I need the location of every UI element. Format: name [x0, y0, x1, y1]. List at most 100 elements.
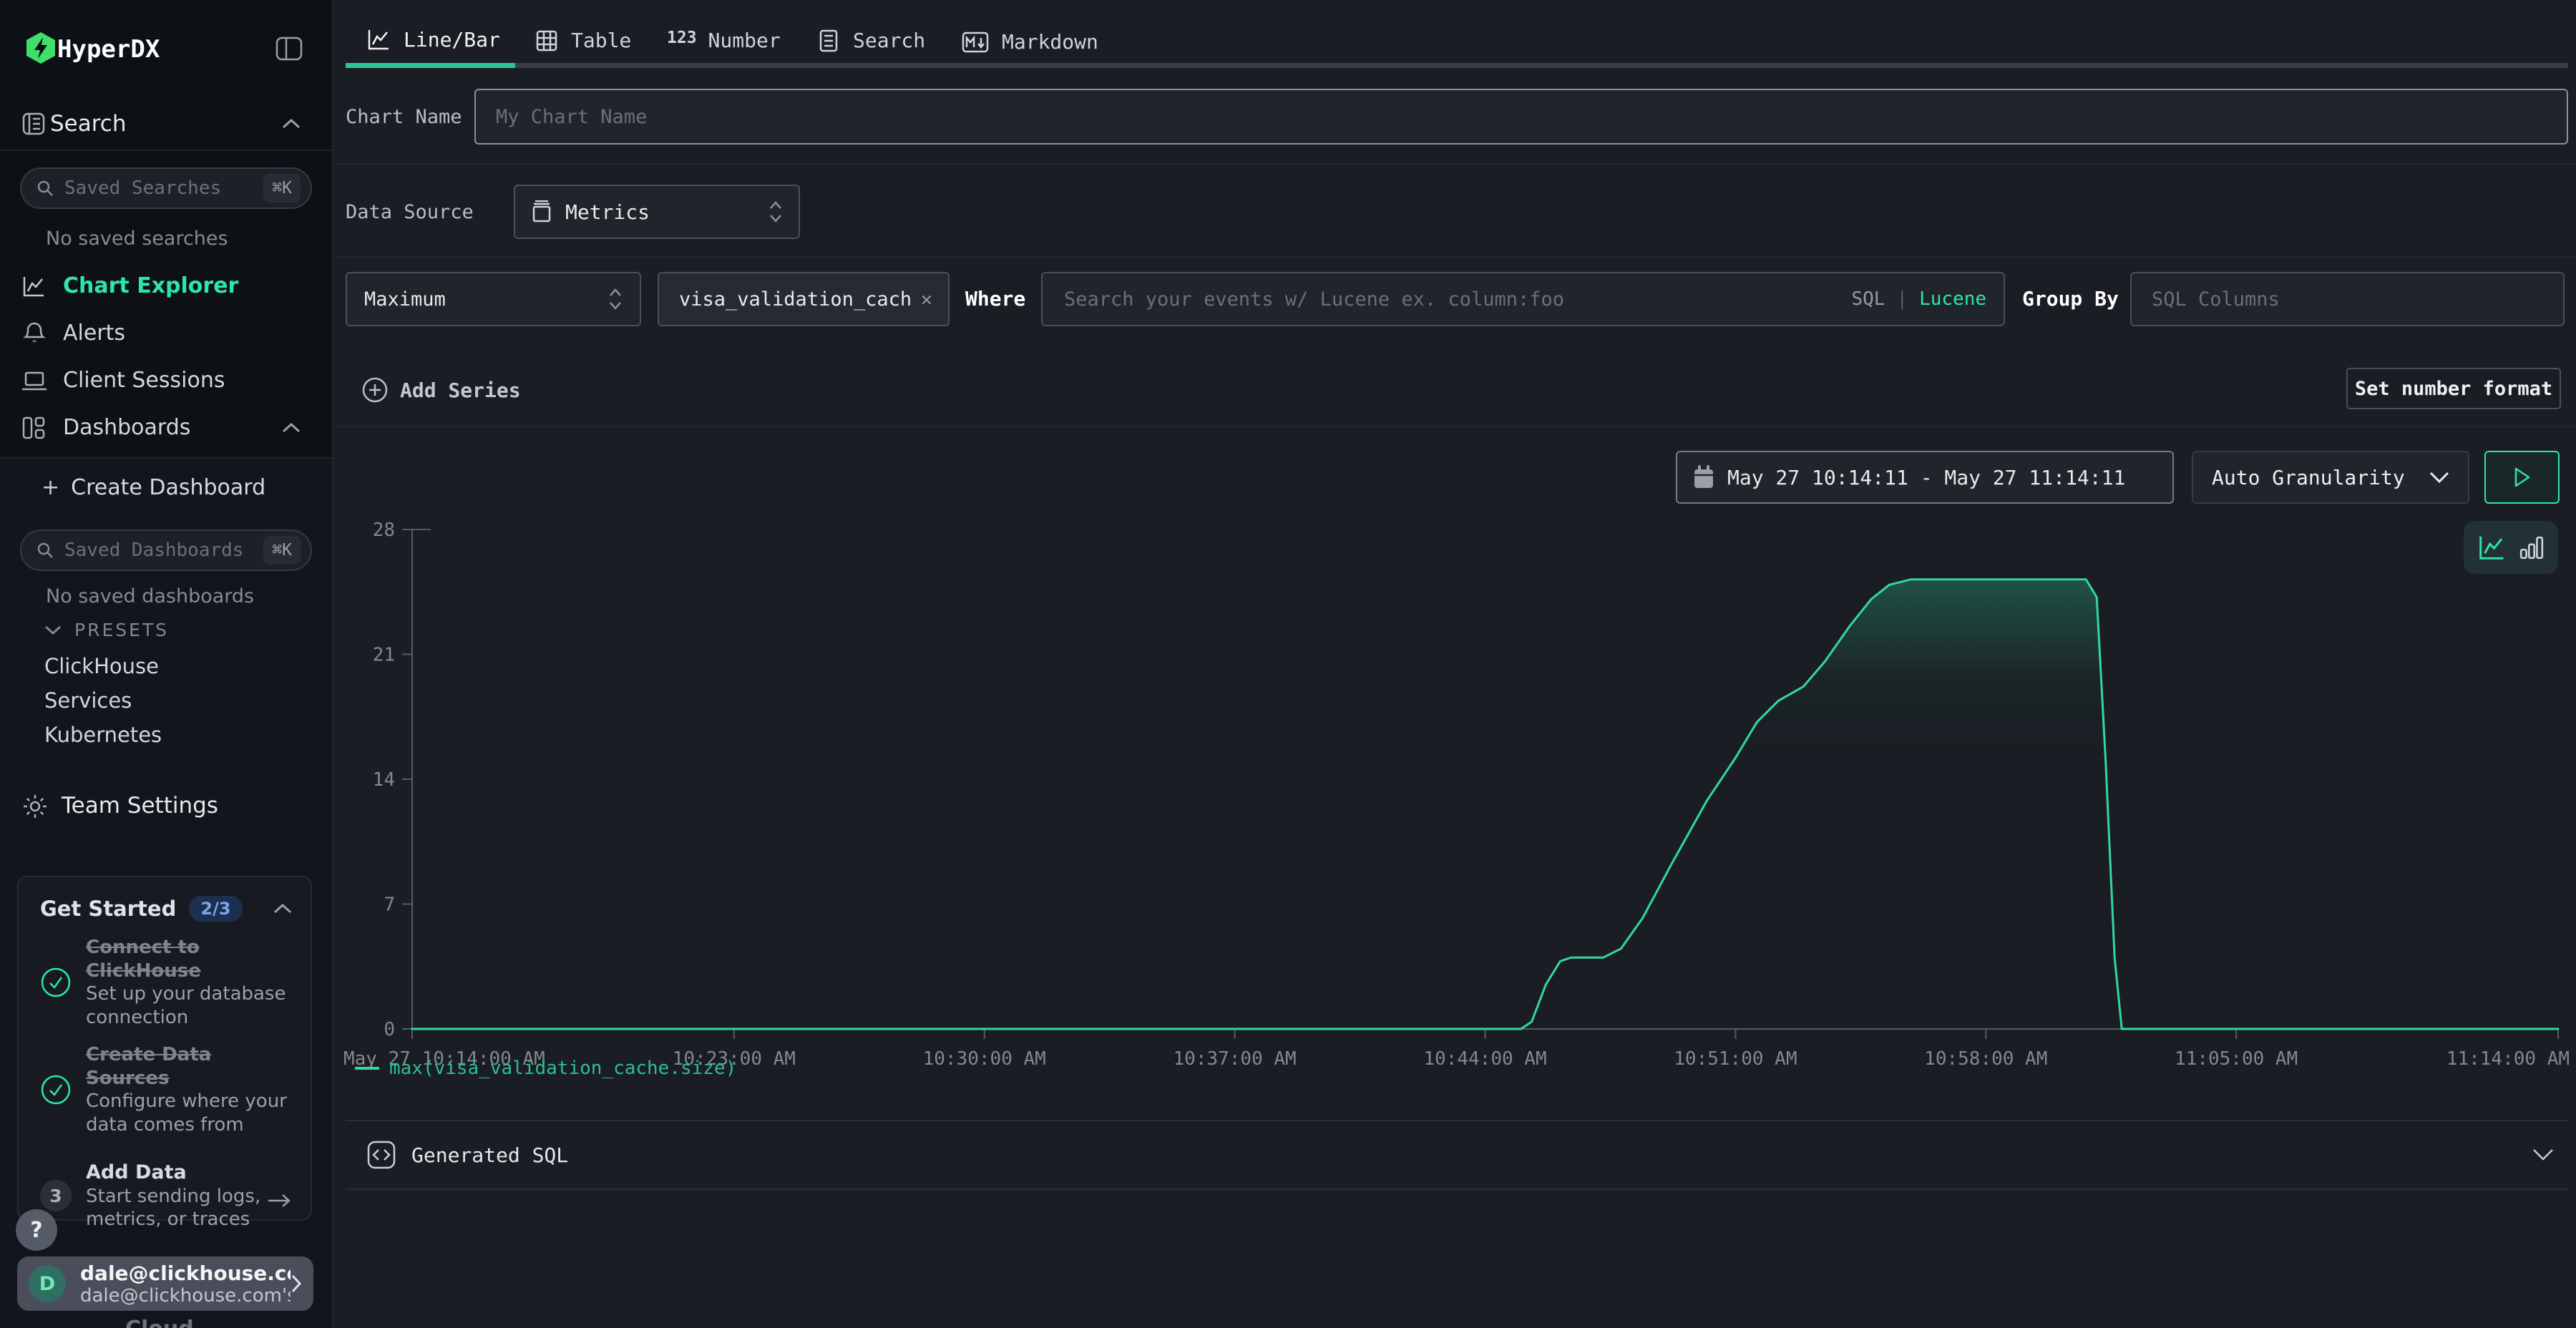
legend-label: max(visa_validation_cache.size)	[389, 1058, 736, 1079]
where-input[interactable]	[1063, 288, 1840, 311]
tab-line-bar[interactable]: Line/Bar	[366, 27, 500, 52]
active-tab-underline	[346, 63, 515, 68]
metric-chip[interactable]: visa_validation_cach ✕	[658, 272, 950, 326]
sidebar-item-chart-explorer[interactable]: Chart Explorer	[63, 273, 238, 298]
where-field[interactable]: SQL | Lucene	[1041, 272, 2005, 326]
chevron-down-icon	[2532, 1148, 2554, 1161]
create-dashboard-label: Create Dashboard	[71, 475, 265, 500]
tab-label: Search	[853, 29, 925, 52]
chart-legend[interactable]: max(visa_validation_cache.size)	[355, 1058, 736, 1079]
dashboard-layout-icon	[21, 416, 46, 440]
create-dashboard-button[interactable]: +Create Dashboard	[42, 475, 265, 500]
chart-name-input[interactable]	[494, 105, 2548, 129]
preset-item-kubernetes[interactable]: Kubernetes	[44, 723, 162, 747]
search-icon	[36, 179, 54, 197]
chart-name-field[interactable]	[474, 89, 2568, 145]
svg-text:28: 28	[373, 519, 395, 541]
row-divider	[333, 426, 2576, 427]
get-started-step-3[interactable]: 3 Add Data Start sending logs, metrics, …	[40, 1161, 292, 1231]
tab-search[interactable]: Search	[817, 29, 925, 52]
get-started-title: Get Started	[40, 897, 176, 921]
avatar: D	[29, 1265, 66, 1302]
tab-table[interactable]: Table	[535, 29, 631, 52]
step-number-circle: 3	[40, 1180, 72, 1211]
lucene-option[interactable]: Lucene	[1919, 288, 1986, 310]
get-started-card: Get Started 2/3 Connect to ClickHouse Se…	[17, 876, 312, 1221]
user-subtitle: dale@clickhouse.com's	[80, 1285, 291, 1307]
svg-text:11:14:00 AM: 11:14:00 AM	[2446, 1048, 2570, 1070]
chart-line-icon	[21, 274, 46, 298]
tab-markdown[interactable]: Markdown	[962, 30, 1098, 54]
sidebar-section-search[interactable]: Search	[50, 111, 127, 137]
shortcut-badge: ⌘K	[263, 174, 301, 202]
aggregation-select[interactable]: Maximum	[346, 272, 641, 326]
toggle-divider: |	[1896, 288, 1908, 310]
chevron-up-icon[interactable]	[273, 904, 292, 914]
run-query-button[interactable]	[2484, 451, 2560, 504]
saved-dashboards-search[interactable]: ⌘K	[20, 529, 312, 571]
chevron-updown-icon	[769, 200, 783, 224]
tab-label: Markdown	[1002, 30, 1098, 54]
set-number-format-button[interactable]: Set number format	[2346, 368, 2561, 409]
chevron-up-icon[interactable]	[282, 119, 301, 129]
sidebar-item-dashboards[interactable]: Dashboards	[63, 415, 190, 440]
search-icon	[36, 541, 54, 560]
data-source-select[interactable]: Metrics	[514, 185, 800, 239]
sidebar-item-client-sessions[interactable]: Client Sessions	[63, 368, 225, 393]
svg-text:10:44:00 AM: 10:44:00 AM	[1423, 1048, 1546, 1070]
presets-toggle[interactable]: PRESETS	[44, 620, 169, 640]
saved-searches-input[interactable]	[63, 177, 263, 200]
no-saved-dashboards-text: No saved dashboards	[46, 585, 254, 607]
timeseries-chart: 07142128May 27 10:14:00 AM10:23:00 AM10:…	[333, 515, 2576, 1088]
granularity-select[interactable]: Auto Granularity	[2192, 451, 2469, 504]
get-started-step-1[interactable]: Connect to ClickHouse Set up your databa…	[40, 936, 292, 1029]
chevron-down-icon	[44, 625, 62, 635]
get-started-header[interactable]: Get Started 2/3	[40, 896, 292, 922]
add-series-button[interactable]: Add Series	[361, 376, 521, 404]
preset-item-services[interactable]: Services	[44, 688, 132, 713]
shortcut-badge: ⌘K	[263, 536, 301, 565]
svg-text:14: 14	[373, 769, 395, 791]
saved-searches-search[interactable]: ⌘K	[20, 167, 312, 209]
aggregation-value: Maximum	[364, 288, 608, 311]
svg-text:21: 21	[373, 645, 395, 666]
generated-sql-expander[interactable]: Generated SQL	[346, 1131, 2568, 1179]
no-saved-searches-text: No saved searches	[46, 228, 228, 250]
group-by-field[interactable]	[2130, 272, 2565, 326]
collapse-sidebar-button[interactable]	[275, 34, 303, 63]
arrow-right-icon	[266, 1192, 292, 1209]
hyperdx-logo-icon	[24, 31, 57, 64]
section-divider	[346, 1120, 2568, 1121]
bell-icon	[23, 321, 46, 346]
user-menu[interactable]: D dale@clickhouse.com dale@clickhouse.co…	[17, 1256, 313, 1311]
legend-swatch	[355, 1067, 379, 1070]
chevron-up-icon[interactable]	[282, 423, 301, 433]
preset-item-clickhouse[interactable]: ClickHouse	[44, 654, 159, 678]
help-button[interactable]: ?	[16, 1209, 57, 1251]
date-range-picker[interactable]: May 27 10:14:11 - May 27 11:14:11	[1676, 451, 2174, 504]
sidebar-item-alerts[interactable]: Alerts	[63, 321, 125, 346]
gear-icon	[21, 793, 49, 820]
sidebar-item-team-settings[interactable]: Team Settings	[62, 793, 218, 819]
step-title: Connect to ClickHouse	[86, 936, 292, 982]
app-title: HyperDX	[57, 35, 160, 64]
set-number-format-label: Set number format	[2355, 378, 2552, 400]
plus-circle-icon	[361, 376, 389, 404]
metric-name: visa_validation_cach	[679, 288, 912, 311]
section-divider	[346, 1188, 2568, 1190]
remove-metric-button[interactable]: ✕	[921, 288, 932, 311]
line-chart-icon	[366, 27, 391, 52]
step-number: 3	[49, 1186, 62, 1206]
chevron-down-icon	[2429, 472, 2449, 484]
saved-dashboards-input[interactable]	[63, 539, 263, 562]
tab-number[interactable]: 123 Number	[667, 29, 781, 52]
step-desc: Set up your database connection	[86, 982, 292, 1029]
query-language-toggle[interactable]: SQL | Lucene	[1851, 288, 1986, 310]
group-by-input[interactable]	[2150, 288, 2545, 311]
get-started-step-2[interactable]: Create Data Sources Configure where your…	[40, 1043, 292, 1136]
sql-option[interactable]: SQL	[1851, 288, 1885, 310]
markdown-icon	[962, 31, 989, 53]
database-icon	[531, 200, 552, 223]
laptop-icon	[21, 370, 47, 393]
app-window: HyperDX Search ⌘K No saved searches	[0, 0, 2576, 1328]
